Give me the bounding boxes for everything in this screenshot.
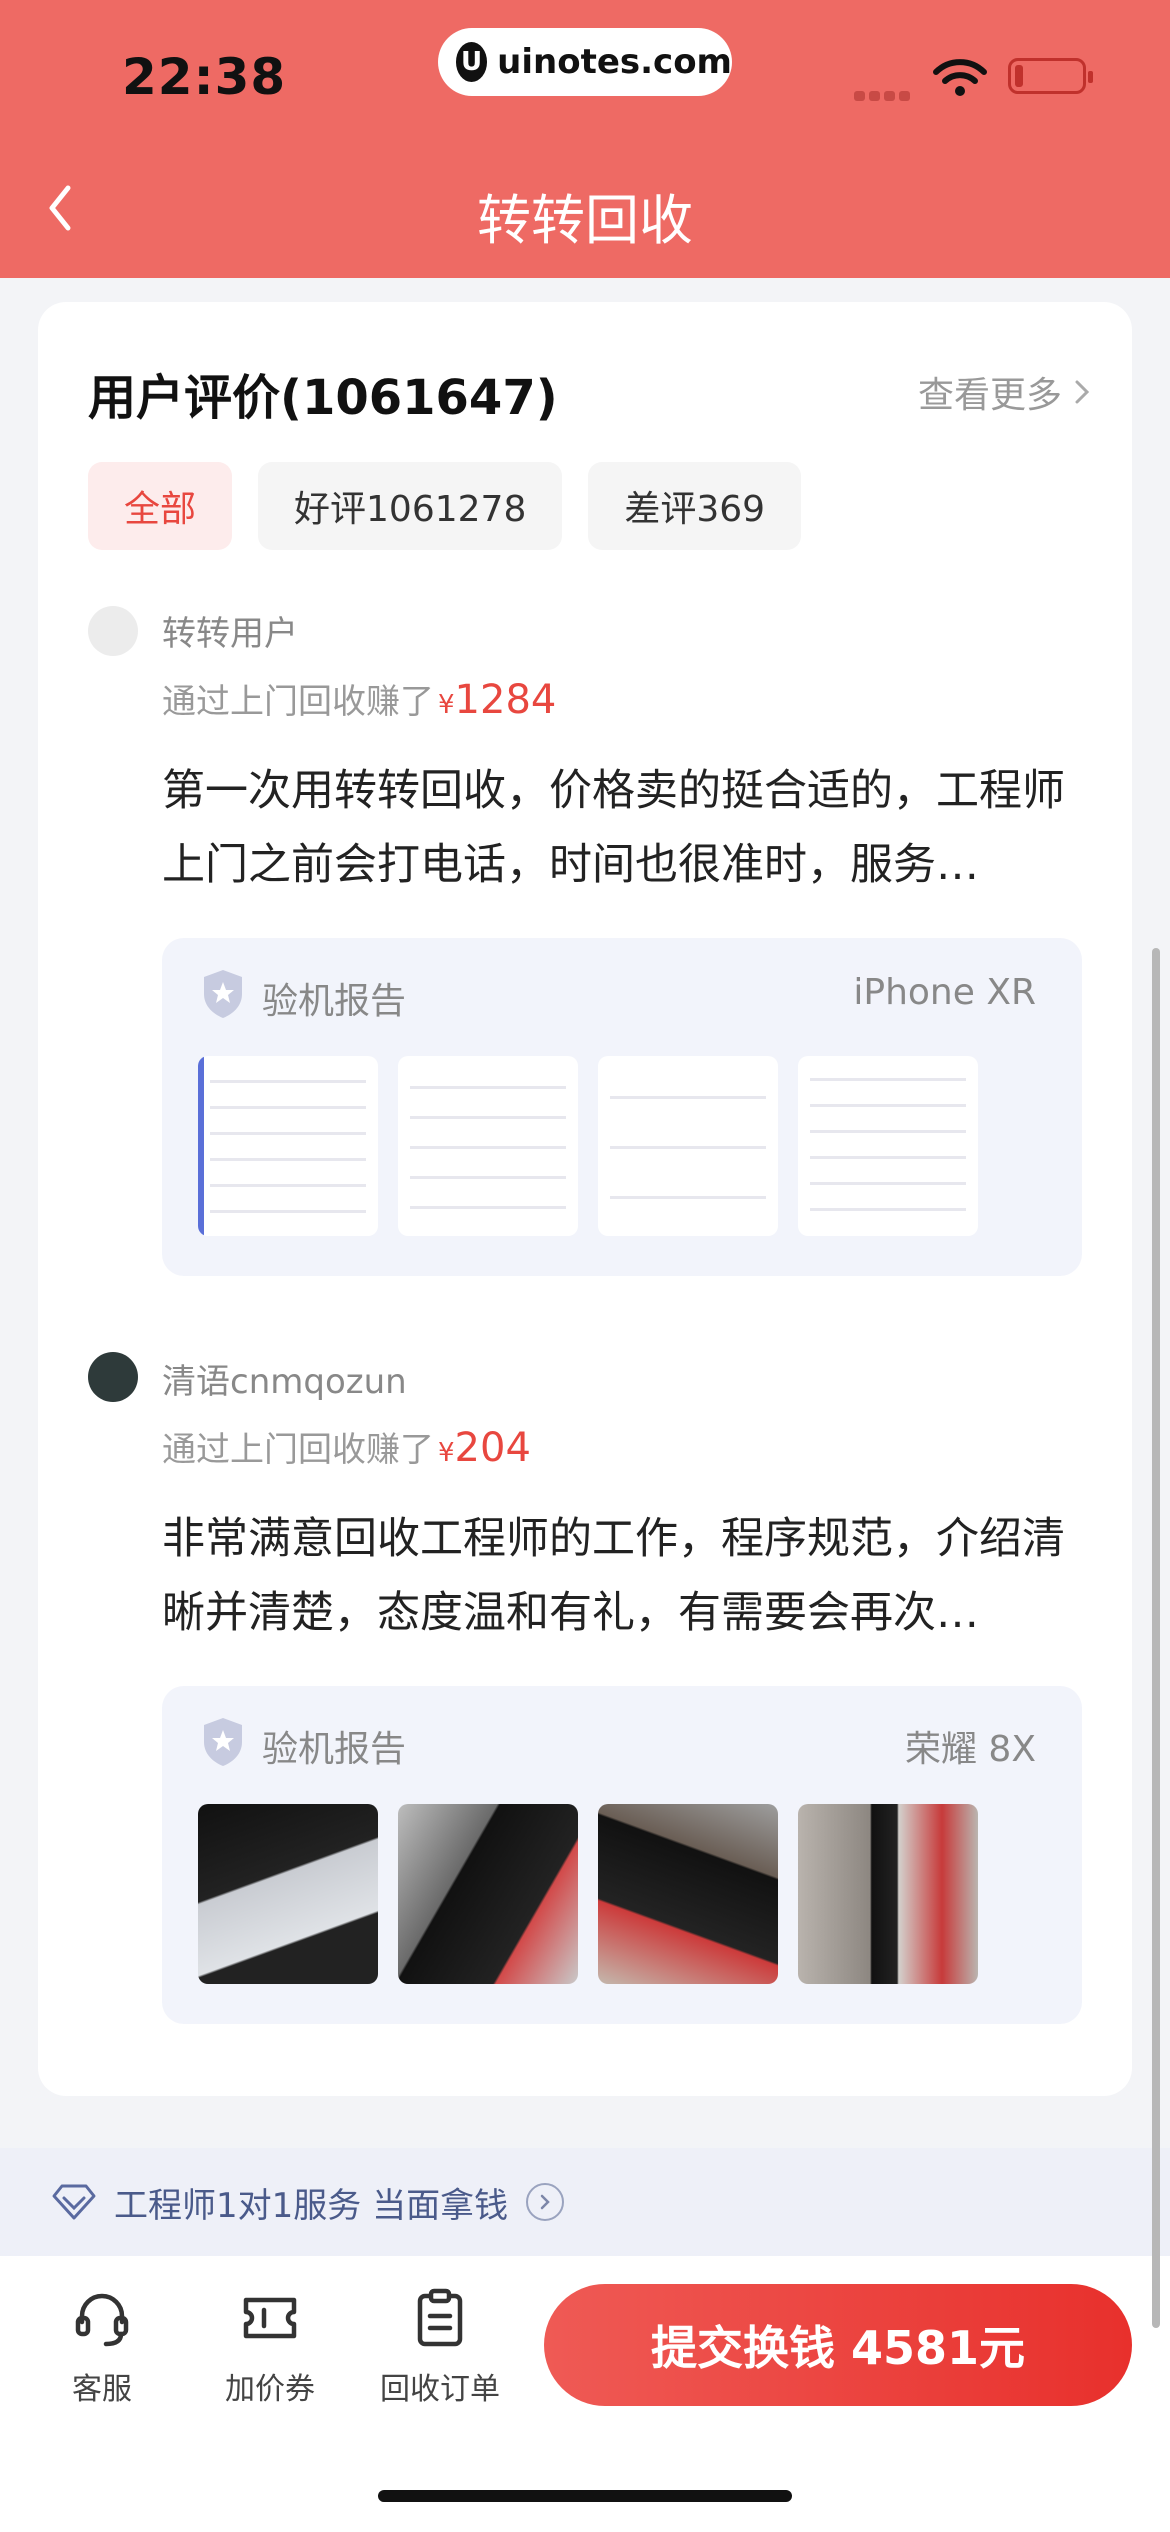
coupon-button[interactable]: 加价券 [200, 2286, 340, 2408]
service-promo[interactable]: 工程师1对1服务 当面拿钱 [0, 2148, 1170, 2256]
review-user: 转转用户 [162, 614, 298, 654]
tab-all[interactable]: 全部 [88, 462, 233, 550]
uinotes-logo-icon: U [456, 42, 488, 82]
orders-button[interactable]: 回收订单 [370, 2286, 510, 2408]
review-text: 非常满意回收工程师的工作，程序规范，介绍清晰并清楚，态度温和有礼，有需要会再次… [162, 1514, 1065, 1638]
tab-positive[interactable]: 好评1061278 [258, 462, 563, 550]
review-earnings: 通过上门回收赚了 ¥1284 [162, 674, 556, 723]
review-text: 第一次用转转回收，价格卖的挺合适的，工程师上门之前会打电话，时间也很准时，服务… [162, 766, 1065, 890]
submit-exchange-button[interactable]: 提交换钱 4581元 [544, 2284, 1132, 2406]
diamond-icon [52, 2184, 96, 2220]
review-user: 清语cnmqozun [162, 1362, 407, 1402]
tab-negative[interactable]: 差评369 [588, 462, 802, 550]
shield-star-icon [204, 970, 242, 1018]
coupon-icon [243, 2297, 297, 2339]
clipboard-icon [417, 2288, 463, 2347]
report-label: 验机报告 [262, 1729, 407, 1770]
avatar [88, 606, 138, 656]
customer-service-button[interactable]: 客服 [32, 2286, 172, 2408]
inspection-report[interactable]: 验机报告 iPhone XR [162, 938, 1082, 1276]
chevron-right-icon [526, 2183, 565, 2221]
report-photo[interactable] [798, 1804, 978, 1984]
earn-amount: 1284 [454, 677, 557, 723]
currency: ¥ [438, 1438, 455, 1468]
battery-icon [1008, 58, 1093, 94]
chevron-right-icon [1075, 380, 1090, 404]
shield-star-icon [204, 1718, 242, 1766]
home-indicator [378, 2490, 792, 2502]
review-item[interactable]: 转转用户 通过上门回收赚了 ¥1284 第一次用转转回收，价格卖的挺合适的，工程师… [88, 598, 1098, 1298]
coupon-label: 加价券 [225, 2372, 315, 2407]
report-photo[interactable] [398, 1804, 578, 1984]
status-time: 22:38 [122, 48, 287, 106]
earn-amount: 204 [454, 1425, 531, 1471]
header: 22:38 U uinotes.com 转转回收 [0, 0, 1170, 278]
report-thumbnail[interactable] [798, 1056, 978, 1236]
scrollbar[interactable] [1152, 948, 1160, 2328]
currency: ¥ [438, 690, 455, 720]
review-item[interactable]: 清语cnmqozun 通过上门回收赚了 ¥204 非常满意回收工程师的工作，程序规… [88, 1346, 1098, 2046]
inspection-report[interactable]: 验机报告 荣耀 8X [162, 1686, 1082, 2024]
page-title: 转转回收 [477, 189, 693, 252]
report-photo[interactable] [598, 1804, 778, 1984]
avatar [88, 1352, 138, 1402]
reviews-title: 用户评价(1061647) [88, 370, 558, 426]
orders-label: 回收订单 [380, 2372, 500, 2407]
report-thumbnails [198, 1056, 998, 1236]
headset-icon [75, 2293, 129, 2347]
report-thumbnail[interactable] [198, 1056, 378, 1236]
see-more-link[interactable]: 查看更多 [918, 366, 1092, 418]
see-more-label: 查看更多 [917, 375, 1062, 416]
reviews-card: 用户评价(1061647) 查看更多 全部 好评1061278 差评369 转转… [38, 302, 1132, 2096]
url-pill: U uinotes.com [438, 28, 732, 96]
report-label: 验机报告 [262, 981, 407, 1022]
customer-service-label: 客服 [72, 2372, 132, 2407]
report-model: 荣耀 8X [904, 1729, 1036, 1770]
report-model: iPhone XR [853, 972, 1036, 1013]
wifi-icon [933, 59, 987, 96]
review-filter-tabs: 全部 好评1061278 差评369 [88, 462, 827, 550]
promo-text: 工程师1对1服务 当面拿钱 [114, 2185, 509, 2226]
report-thumbnails [198, 1804, 998, 1984]
report-photo[interactable] [198, 1804, 378, 1984]
review-earnings: 通过上门回收赚了 ¥204 [162, 1422, 531, 1471]
earn-prefix: 通过上门回收赚了 [162, 682, 434, 722]
url-text: uinotes.com [497, 42, 732, 82]
report-thumbnail[interactable] [598, 1056, 778, 1236]
report-thumbnail[interactable] [398, 1056, 578, 1236]
earn-prefix: 通过上门回收赚了 [162, 1430, 434, 1470]
signal-icon [854, 86, 914, 101]
